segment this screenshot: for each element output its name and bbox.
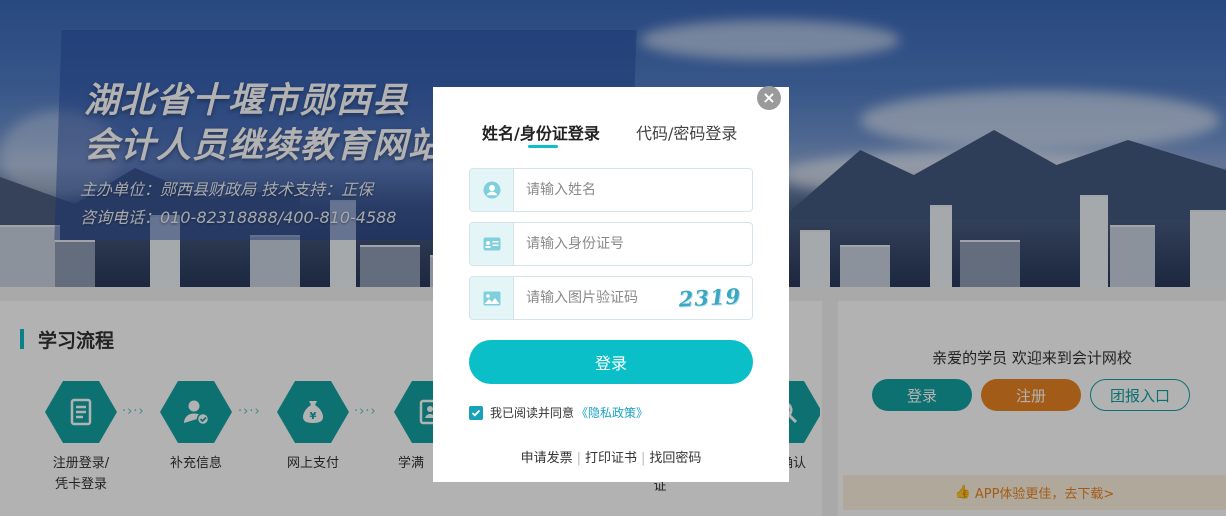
check-icon — [471, 409, 481, 417]
user-icon — [470, 169, 514, 211]
name-input[interactable] — [526, 180, 676, 200]
agree-checkbox[interactable] — [469, 405, 483, 420]
tab-code-password-login[interactable]: 代码/密码登录 — [636, 120, 737, 144]
tab-name-id-login[interactable]: 姓名/身份证登录 — [482, 120, 600, 144]
privacy-agreement: 我已阅读并同意 《隐私政策》 — [469, 404, 648, 421]
id-number-field — [469, 222, 753, 266]
agree-text: 我已阅读并同意 — [490, 406, 575, 420]
captcha-image[interactable]: 2319 — [675, 283, 744, 315]
link-separator: | — [576, 451, 581, 466]
captcha-field: 2319 — [469, 276, 753, 320]
id-number-input[interactable] — [526, 234, 676, 254]
active-tab-indicator — [528, 145, 558, 148]
image-icon — [470, 277, 514, 319]
close-icon[interactable]: × — [757, 86, 781, 110]
apply-invoice-link[interactable]: 申请发票 — [521, 451, 573, 466]
login-submit-button[interactable]: 登录 — [469, 340, 753, 384]
id-card-icon — [470, 223, 514, 265]
recover-password-link[interactable]: 找回密码 — [649, 451, 701, 466]
privacy-policy-link[interactable]: 《隐私政策》 — [576, 404, 648, 421]
link-separator: | — [641, 451, 646, 466]
name-field — [469, 168, 753, 212]
captcha-input[interactable] — [526, 288, 676, 308]
modal-footer-links: 申请发票 | 打印证书 | 找回密码 — [433, 447, 789, 466]
print-certificate-link[interactable]: 打印证书 — [585, 451, 637, 466]
